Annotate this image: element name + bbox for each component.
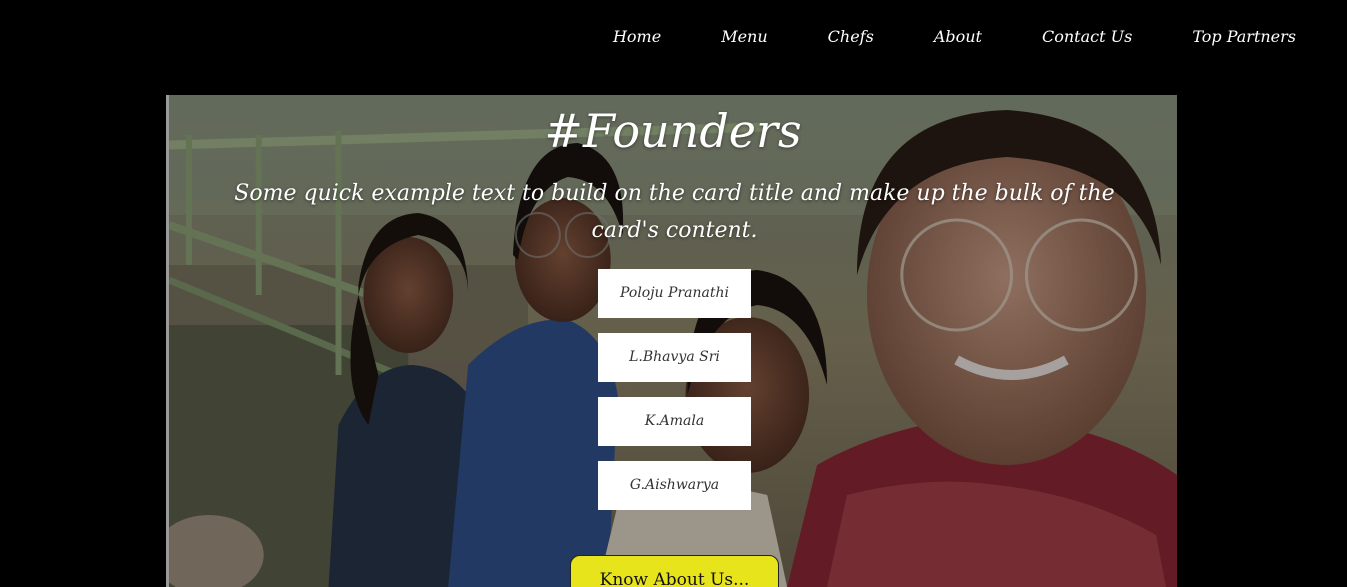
navbar: Home Menu Chefs About Contact Us Top Par… (0, 0, 1347, 76)
nav-link-chefs[interactable]: Chefs (828, 27, 874, 47)
nav-link-about[interactable]: About (934, 27, 982, 47)
know-about-us-button[interactable]: Know About Us... (570, 555, 779, 587)
nav-link-top-partners[interactable]: Top Partners (1192, 27, 1296, 47)
founders-card: #Founders Some quick example text to bui… (166, 95, 1177, 587)
nav-list: Home Menu Chefs About Contact Us Top Par… (613, 27, 1296, 47)
nav-link-home[interactable]: Home (613, 27, 661, 47)
nav-link-menu[interactable]: Menu (721, 27, 767, 47)
founder-button-l-bhavya-sri[interactable]: L.Bhavya Sri (598, 333, 751, 382)
founder-button-k-amala[interactable]: K.Amala (598, 397, 751, 446)
founders-description: Some quick example text to build on the … (234, 181, 1115, 243)
page: Home Menu Chefs About Contact Us Top Par… (0, 0, 1347, 587)
founders-title: #Founders (544, 104, 802, 158)
nav-link-contact-us[interactable]: Contact Us (1042, 27, 1132, 47)
founders-card-body: #Founders Some quick example text to bui… (169, 95, 1177, 587)
founder-button-poloju-pranathi[interactable]: Poloju Pranathi (598, 269, 751, 318)
founder-button-g-aishwarya[interactable]: G.Aishwarya (598, 461, 751, 510)
founder-list: Poloju Pranathi L.Bhavya Sri K.Amala G.A… (598, 269, 751, 525)
